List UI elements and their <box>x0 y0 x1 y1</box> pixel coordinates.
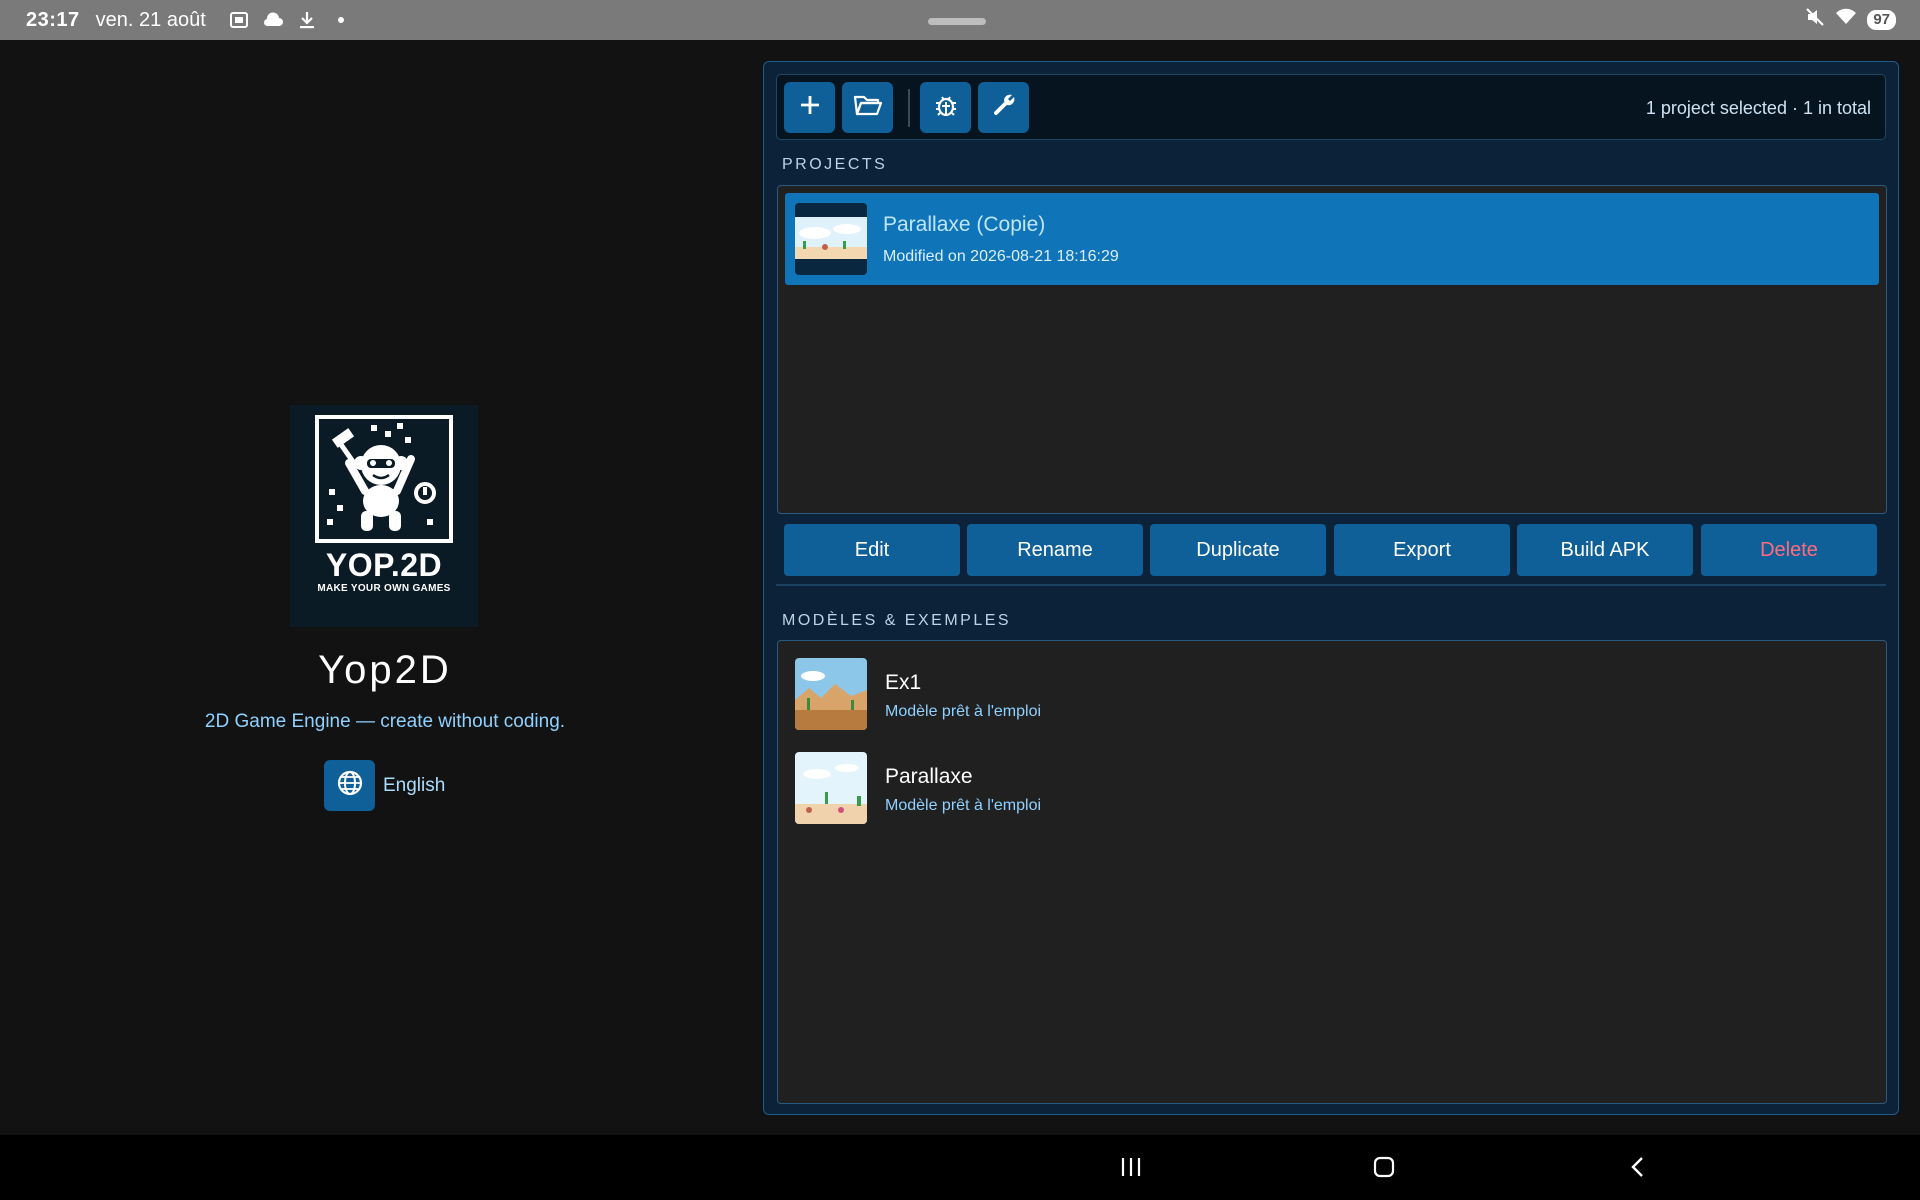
date: ven. 21 août <box>95 8 206 31</box>
template-title: Ex1 <box>885 671 922 694</box>
battery-level: 97 <box>1867 10 1896 30</box>
home-button[interactable] <box>1364 1149 1404 1189</box>
list-item[interactable]: Parallaxe Modèle prêt à l'emploi <box>778 735 1886 827</box>
drag-handle[interactable] <box>928 18 986 25</box>
project-title: Parallaxe (Copie) <box>883 213 1046 236</box>
cloud-icon <box>262 9 284 31</box>
build-apk-button[interactable]: Build APK <box>1517 524 1693 576</box>
wrench-icon <box>990 91 1018 124</box>
app-logo: YOP.2D MAKE YOUR OWN GAMES <box>290 405 478 627</box>
mute-icon <box>1805 7 1825 33</box>
project-thumbnail <box>795 203 867 275</box>
new-project-button[interactable] <box>784 82 835 133</box>
template-thumbnail <box>795 658 867 730</box>
back-button[interactable] <box>1618 1149 1658 1189</box>
bug-icon <box>932 91 960 124</box>
logo-text: YOP.2D <box>325 547 443 583</box>
template-title: Parallaxe <box>885 765 973 788</box>
toolbar-separator <box>908 89 910 127</box>
recent-apps-button[interactable] <box>1111 1149 1151 1189</box>
dot-icon <box>330 9 352 31</box>
app-tagline: 2D Game Engine — create without coding. <box>204 711 566 732</box>
language-selector[interactable]: English <box>324 760 445 811</box>
templates-list: Ex1 Modèle prêt à l'emploi Parallaxe Mod… <box>777 640 1887 1104</box>
download-icon <box>296 9 318 31</box>
template-subtitle: Modèle prêt à l'emploi <box>885 797 1042 814</box>
folder-icon <box>853 92 883 123</box>
template-thumbnail <box>795 752 867 824</box>
toolbar: 1 project selected · 1 in total <box>776 74 1886 140</box>
delete-button[interactable]: Delete <box>1701 524 1877 576</box>
back-icon <box>1628 1155 1648 1184</box>
projects-list: Parallaxe (Copie) Modified on 2026-08-21… <box>777 185 1887 514</box>
templates-section-label: MODÈLES & EXEMPLES <box>782 612 1012 629</box>
projects-section-label: PROJECTS <box>782 156 888 173</box>
screenshot-icon <box>228 9 250 31</box>
home-icon <box>1372 1155 1396 1184</box>
section-divider <box>776 584 1886 586</box>
branding-panel: YOP.2D MAKE YOUR OWN GAMES Yop2D 2D Game… <box>0 40 764 1135</box>
selection-status: 1 project selected · 1 in total <box>1645 98 1871 118</box>
settings-button[interactable] <box>978 82 1029 133</box>
app-title: Yop2D <box>318 648 452 692</box>
rename-button[interactable]: Rename <box>967 524 1143 576</box>
debug-button[interactable] <box>920 82 971 133</box>
export-button[interactable]: Export <box>1334 524 1510 576</box>
status-bar: 23:17 ven. 21 août 97 <box>0 0 1920 40</box>
recent-apps-icon <box>1119 1156 1143 1183</box>
language-label[interactable]: English <box>383 775 445 797</box>
globe-icon <box>336 769 364 802</box>
navigation-bar <box>0 1135 1920 1200</box>
project-modified: Modified on 2026-08-21 18:16:29 <box>883 248 1119 265</box>
logo-tagline: MAKE YOUR OWN GAMES <box>317 583 451 594</box>
edit-button[interactable]: Edit <box>784 524 960 576</box>
clock: 23:17 <box>26 8 80 31</box>
add-icon <box>798 93 822 122</box>
duplicate-button[interactable]: Duplicate <box>1150 524 1326 576</box>
open-project-button[interactable] <box>842 82 893 133</box>
project-manager-panel: 1 project selected · 1 in total PROJECTS… <box>763 61 1899 1115</box>
language-button[interactable] <box>324 760 375 811</box>
monkey-icon <box>315 415 453 543</box>
template-subtitle: Modèle prêt à l'emploi <box>885 703 1042 720</box>
project-item-selected[interactable]: Parallaxe (Copie) Modified on 2026-08-21… <box>785 193 1879 285</box>
list-item[interactable]: Ex1 Modèle prêt à l'emploi <box>778 641 1886 733</box>
wifi-icon <box>1835 8 1857 32</box>
